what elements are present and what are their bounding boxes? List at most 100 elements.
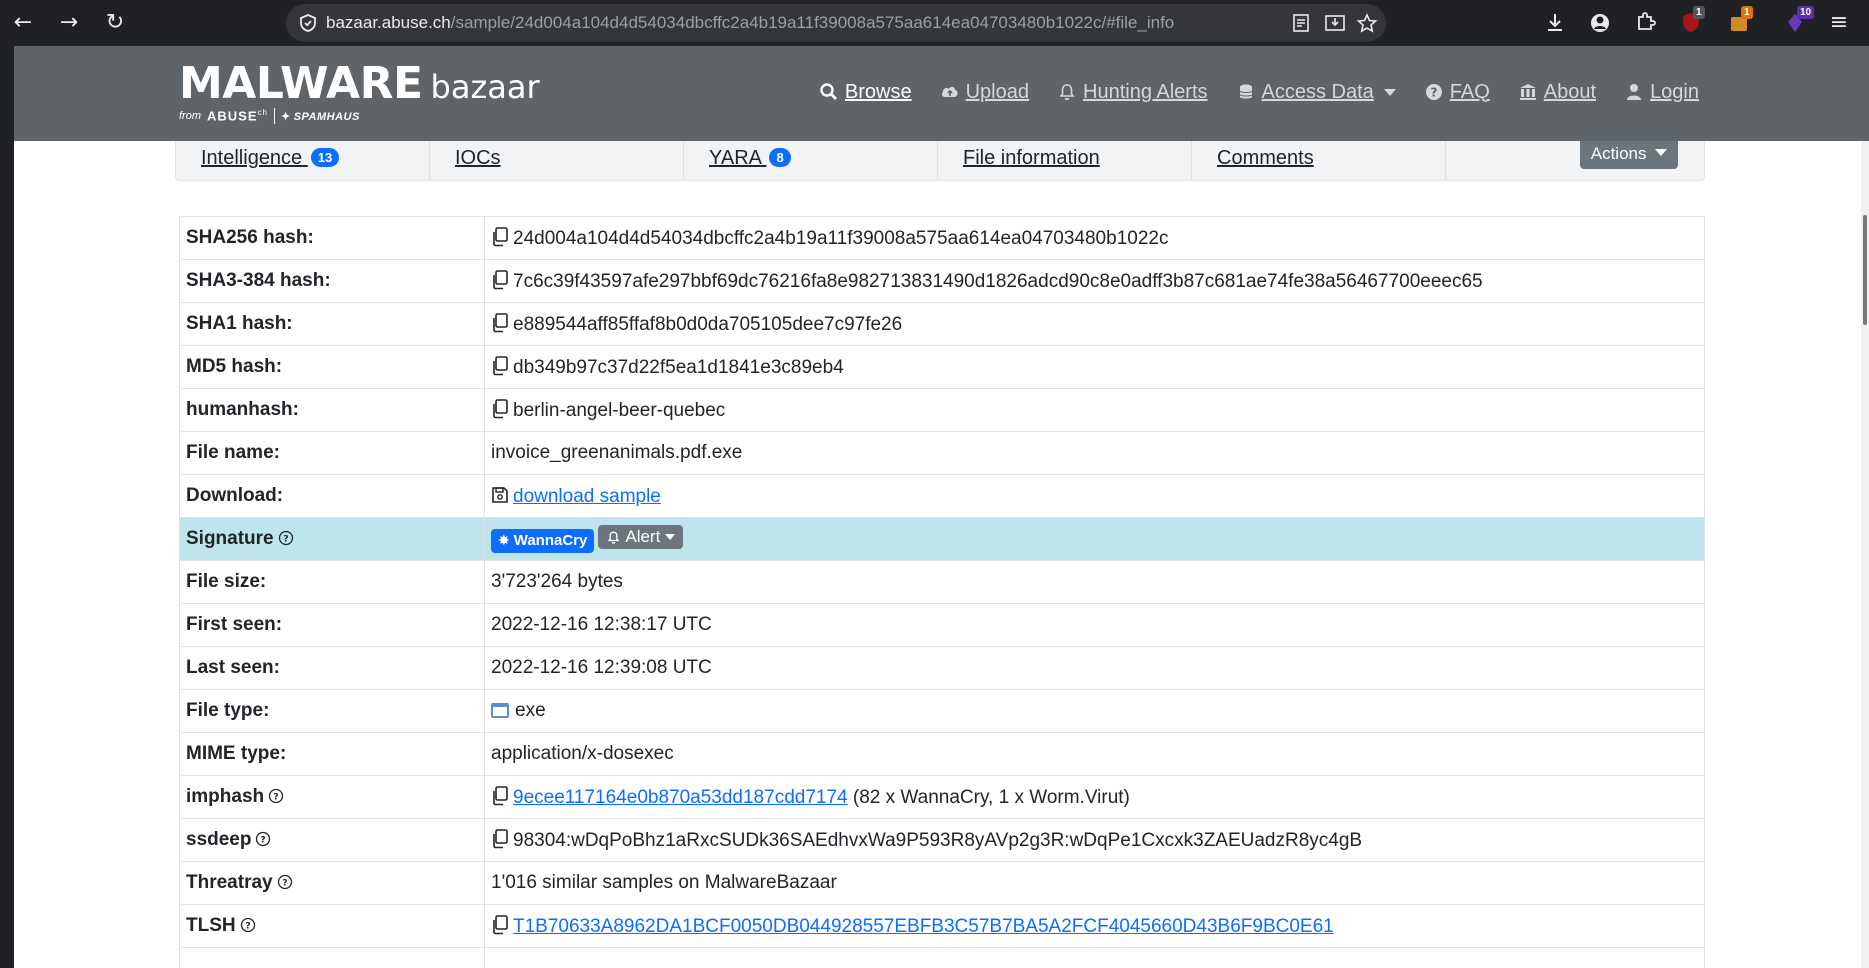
address-bar[interactable]: bazaar.abuse.ch/sample/24d004a104d4d5403… — [286, 4, 1386, 42]
copy-icon[interactable] — [491, 828, 509, 849]
imphash-link[interactable]: 9ecee117164e0b870a53dd187cdd7174 — [513, 787, 848, 808]
extension-icon-3[interactable]: 10 — [1780, 6, 1815, 38]
actions-dropdown-button[interactable]: Actions — [1580, 141, 1678, 169]
signature-badge[interactable]: ✸ WannaCry — [491, 528, 595, 553]
nav-login[interactable]: Login — [1624, 81, 1699, 104]
table-row: ssdeep? 98304:wDqPoBhz1aRxcSUDk36SAEdhvx… — [179, 818, 1705, 862]
copy-icon[interactable] — [491, 914, 509, 935]
cloud-upload-icon — [941, 86, 958, 97]
url-text[interactable]: bazaar.abuse.ch/sample/24d004a104d4d5403… — [326, 4, 1174, 42]
copy-icon[interactable] — [491, 269, 509, 290]
database-icon — [1239, 84, 1253, 99]
tab-comments[interactable]: Comments — [1192, 141, 1446, 181]
forward-icon[interactable]: → — [54, 8, 84, 38]
shield-icon[interactable] — [298, 13, 318, 33]
page-scrollbar[interactable] — [1861, 141, 1869, 968]
nav-login-label: Login — [1650, 80, 1699, 103]
spamhaus-logo: ✦ SPAMHAUS — [281, 110, 360, 123]
tlsh-label-cell: TLSH? — [179, 904, 485, 948]
imphash-note: (82 x WannaCry, 1 x Worm.Virut) — [852, 786, 1130, 808]
svg-text:?: ? — [274, 793, 279, 803]
copy-icon[interactable] — [491, 398, 509, 419]
copy-icon[interactable] — [491, 355, 509, 376]
svg-text:?: ? — [1430, 86, 1437, 100]
signature-label: Signature — [186, 528, 274, 549]
tlsh-link[interactable]: T1B70633A8962DA1BCF0050DB044928557EBFB3C… — [513, 916, 1334, 937]
imphash-cell: 9ecee117164e0b870a53dd187cdd7174 (82 x W… — [484, 775, 1705, 819]
question-circle-icon[interactable]: ? — [278, 530, 294, 546]
ssdeep-cell: 98304:wDqPoBhz1aRxcSUDk36SAEdhvxWa9P593R… — [484, 818, 1705, 862]
download-cell: download sample — [484, 474, 1705, 518]
spamhaus-swirl-icon: ✦ — [280, 110, 291, 123]
table-row: SHA1 hash: e889544aff85ffaf8b0d0da705105… — [179, 302, 1705, 346]
tab-comments-label: Comments — [1217, 147, 1314, 169]
table-row: humanhash: berlin-angel-beer-quebec — [179, 388, 1705, 432]
user-icon — [1627, 84, 1642, 100]
svg-text:?: ? — [245, 922, 250, 932]
signature-cell: ✸ WannaCry Alert — [484, 517, 1705, 561]
question-circle-icon[interactable]: ? — [255, 831, 271, 847]
nav-hunting-alerts[interactable]: Hunting Alerts — [1057, 81, 1208, 104]
tab-yara-label: YARA — [709, 147, 761, 169]
sha256-label: SHA256 hash: — [179, 216, 485, 260]
tab-file-info-label: File information — [963, 147, 1100, 169]
actions-label: Actions — [1590, 144, 1647, 163]
floppy-disk-icon — [492, 486, 508, 503]
download-sample-link[interactable]: download sample — [513, 486, 661, 507]
nav-about[interactable]: About — [1518, 81, 1596, 104]
md5-label: MD5 hash: — [179, 345, 485, 389]
brand-main-text: MALWARE — [179, 58, 423, 109]
svg-text:?: ? — [282, 879, 287, 889]
question-circle-icon[interactable]: ? — [268, 788, 284, 804]
nav-faq[interactable]: ? FAQ — [1424, 81, 1490, 104]
imphash-label: imphash — [186, 786, 265, 807]
nav-hunting-label: Hunting Alerts — [1083, 80, 1208, 103]
md5-cell: db349b97c37d22f5ea1d1841e3c89eb4 — [484, 345, 1705, 389]
ublock-extension-icon[interactable]: 1 — [1676, 6, 1706, 38]
profile-icon[interactable] — [1585, 8, 1615, 38]
humanhash-label: humanhash: — [179, 388, 485, 432]
search-icon — [820, 83, 837, 100]
nav-access-data[interactable]: Access Data — [1236, 81, 1396, 104]
table-row: imphash? 9ecee117164e0b870a53dd187cdd717… — [179, 775, 1705, 819]
tab-file-information[interactable]: File information — [938, 141, 1192, 181]
alert-dropdown-button[interactable]: Alert — [598, 525, 684, 550]
reload-icon[interactable]: ↻ — [100, 8, 130, 38]
nav-faq-label: FAQ — [1449, 80, 1490, 103]
question-circle-icon[interactable]: ? — [277, 874, 293, 890]
question-circle-icon[interactable]: ? — [240, 917, 256, 933]
back-icon[interactable]: ← — [8, 8, 38, 38]
tab-iocs[interactable]: IOCs — [430, 141, 684, 181]
tab-iocs-label: IOCs — [455, 147, 501, 169]
brand-from-label: from — [179, 110, 201, 122]
bookmark-star-icon[interactable] — [1356, 13, 1378, 33]
svg-text:?: ? — [283, 535, 288, 545]
bell-icon — [1059, 84, 1075, 101]
copy-icon[interactable] — [491, 312, 509, 333]
download-label: Download: — [179, 474, 485, 518]
extension-icon-2[interactable]: 1 — [1724, 6, 1754, 38]
copy-icon[interactable] — [491, 785, 509, 806]
svg-text:?: ? — [261, 836, 266, 846]
scrollbar-thumb[interactable] — [1863, 215, 1867, 325]
table-row: MIME type: application/x-dosexec — [179, 732, 1705, 776]
filetype-value: exe — [515, 700, 546, 721]
intelligence-count-badge: 13 — [310, 148, 340, 167]
nav-upload[interactable]: Upload — [940, 81, 1029, 104]
sha256-value: 24d004a104d4d54034dbcffc2a4b19a11f39008a… — [513, 227, 1169, 249]
extensions-puzzle-icon[interactable] — [1630, 8, 1660, 38]
sample-tabs: Intelligence 13 IOCs YARA 8 File informa… — [175, 141, 1705, 181]
tab-intelligence[interactable]: Intelligence 13 — [176, 141, 430, 181]
reader-mode-icon[interactable] — [1290, 13, 1312, 33]
copy-icon[interactable] — [491, 226, 509, 247]
nav-browse[interactable]: Browse — [819, 81, 912, 104]
tab-yara[interactable]: YARA 8 — [684, 141, 938, 181]
browser-toolbar: ← → ↻ bazaar.abuse.ch/sample/24d004a104d… — [0, 0, 1869, 46]
filename-label: File name: — [179, 431, 485, 475]
brand-logo[interactable]: MALWARE bazaar — [179, 60, 540, 111]
downloads-icon[interactable] — [1540, 8, 1570, 38]
table-row: Threatray? 1'016 similar samples on Malw… — [179, 861, 1705, 905]
install-app-icon[interactable] — [1324, 13, 1346, 33]
file-info-table: SHA256 hash: 24d004a104d4d54034dbcffc2a4… — [179, 216, 1705, 968]
menu-icon[interactable]: ≡ — [1824, 8, 1854, 38]
